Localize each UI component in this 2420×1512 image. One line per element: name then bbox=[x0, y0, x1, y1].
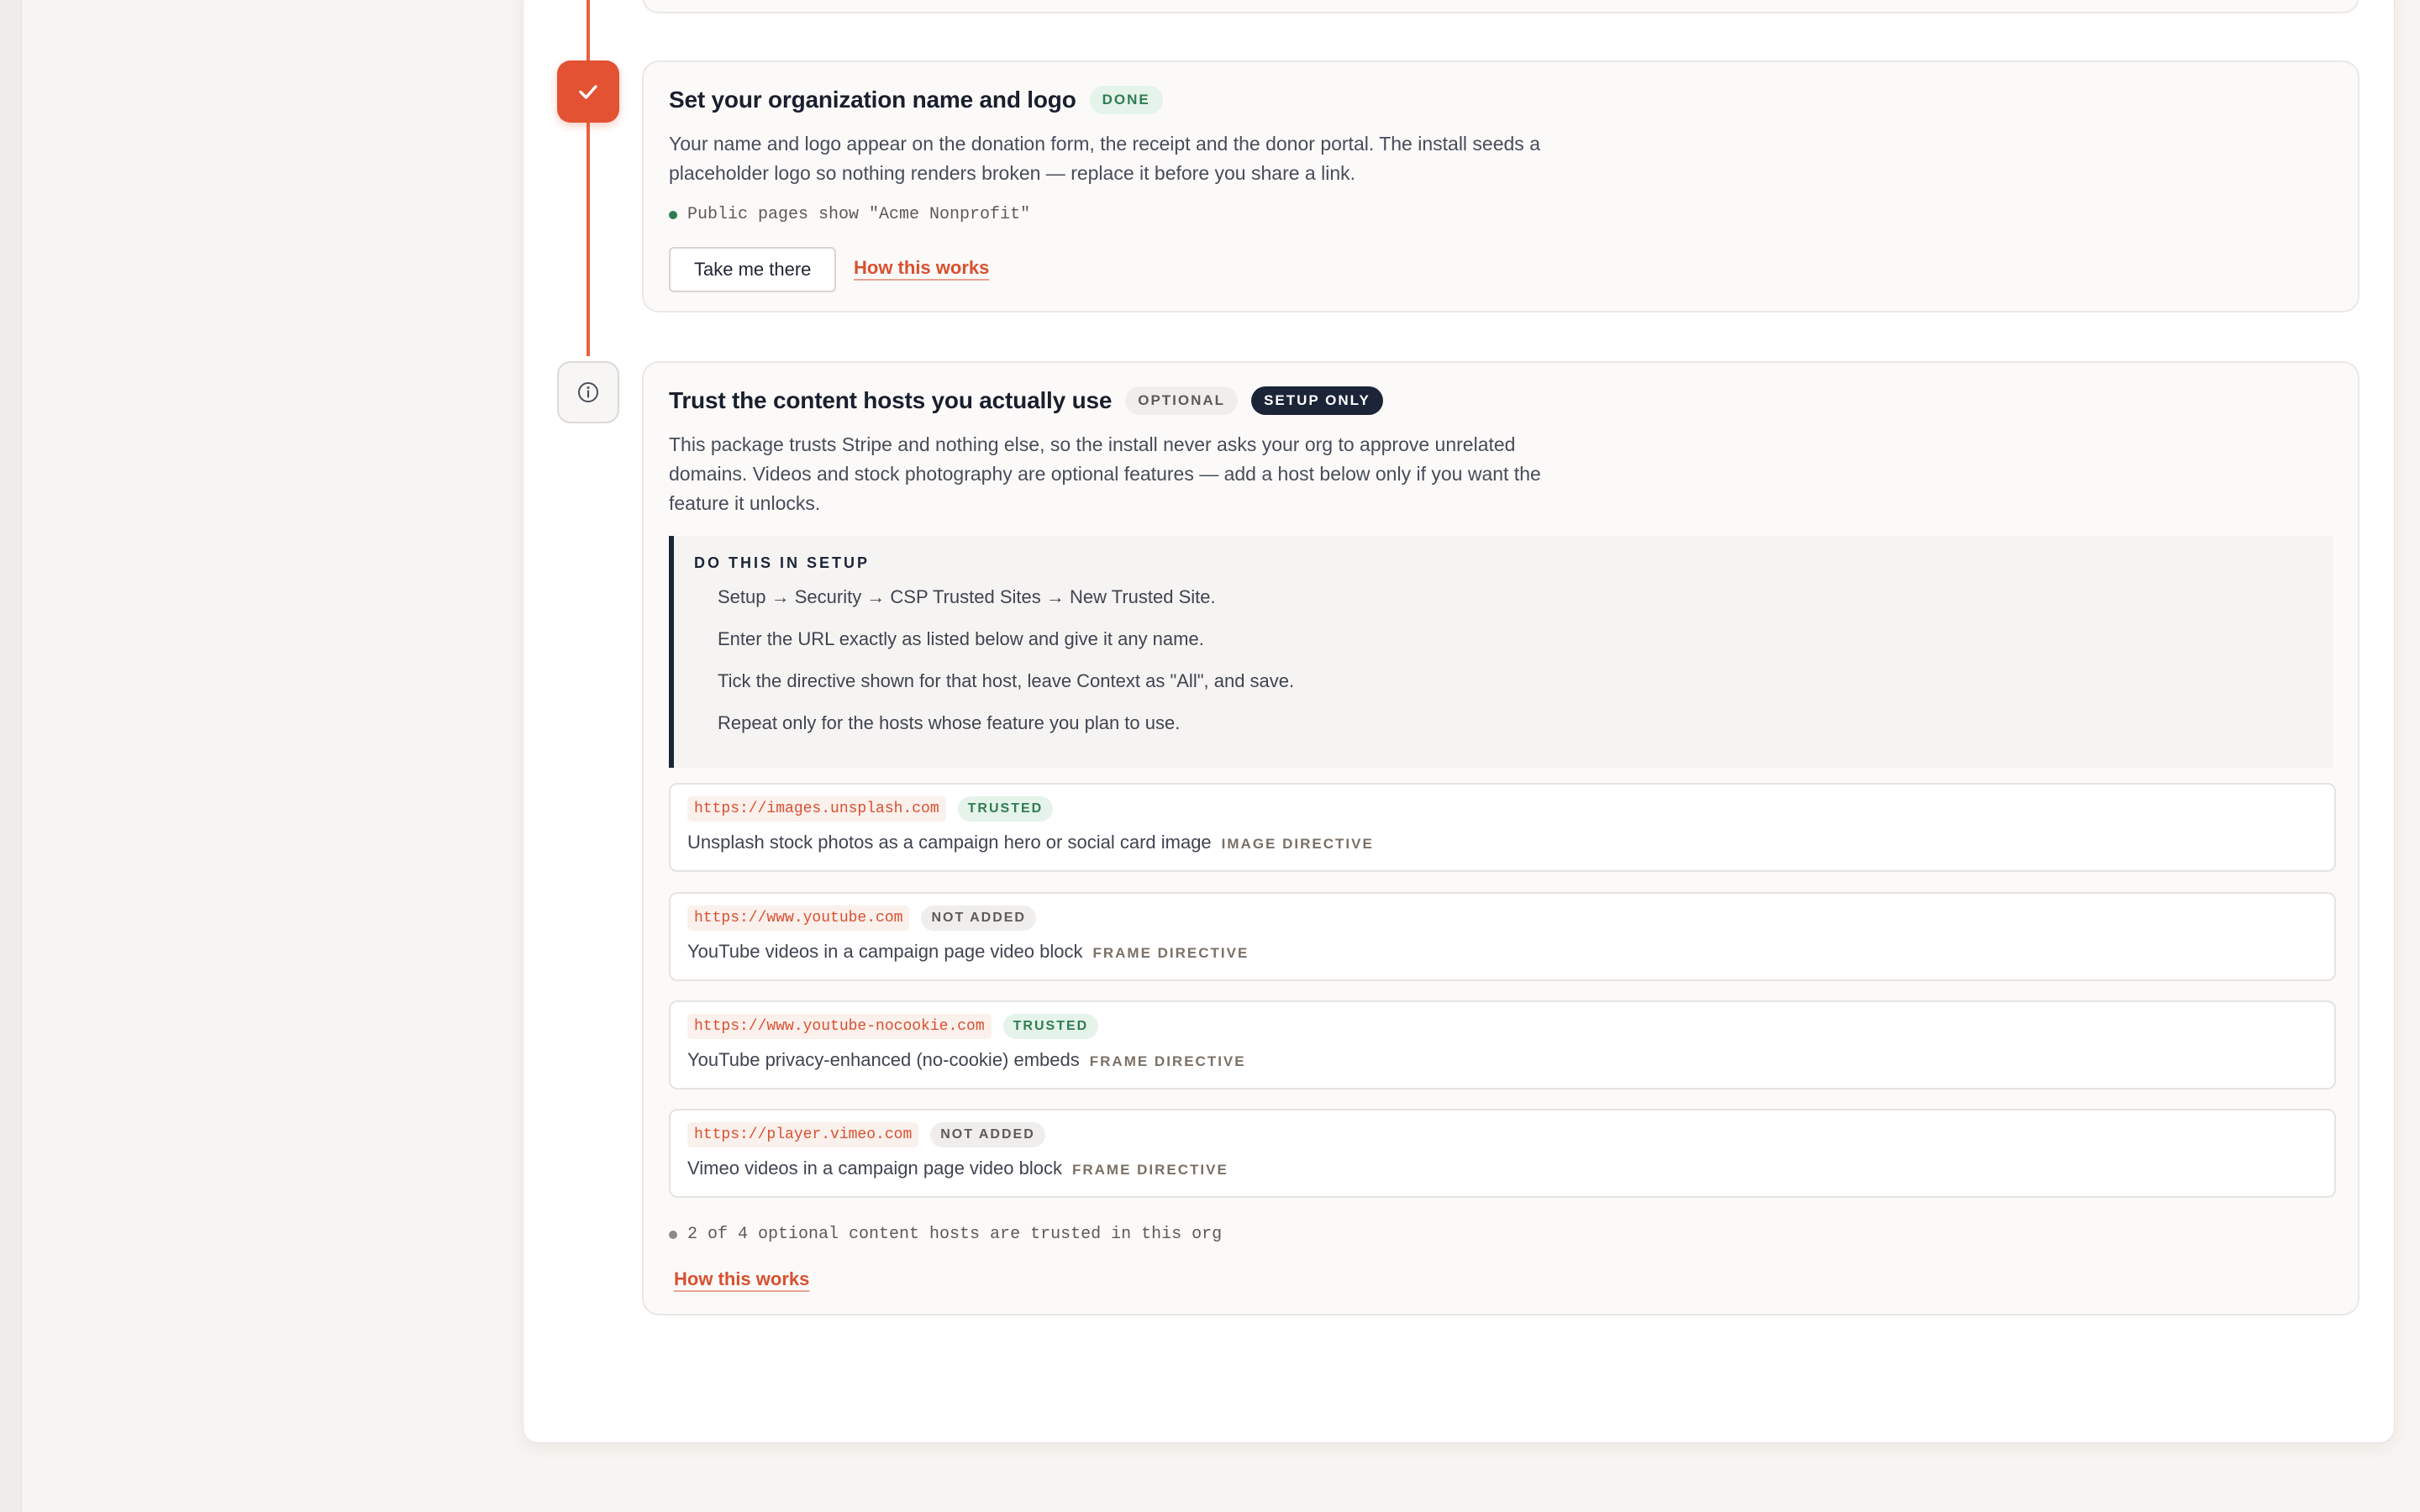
host-header: https://images.unsplash.com TRUSTED bbox=[687, 796, 1054, 822]
info-icon bbox=[578, 382, 598, 402]
directive-label: FRAME DIRECTIVE bbox=[1089, 1053, 1246, 1069]
done-badge: DONE bbox=[1089, 86, 1163, 114]
host-row-youtube-nocookie: https://www.youtube-nocookie.com TRUSTED… bbox=[669, 1000, 2336, 1089]
how-this-works-link[interactable]: How this works bbox=[854, 257, 989, 279]
host-row-vimeo: https://player.vimeo.com NOT ADDED Vimeo… bbox=[669, 1109, 2336, 1198]
step-card-organization-name-logo: Set your organization name and logo DONE… bbox=[642, 60, 2360, 312]
status-text: 2 of 4 optional content hosts are truste… bbox=[687, 1225, 1223, 1244]
host-url: https://images.unsplash.com bbox=[687, 796, 946, 822]
host-url: https://player.vimeo.com bbox=[687, 1122, 919, 1147]
status-dot-icon bbox=[669, 210, 677, 219]
hosts-status: 2 of 4 optional content hosts are truste… bbox=[669, 1225, 1222, 1244]
status-text: Public pages show "Acme Nonprofit" bbox=[687, 205, 1031, 224]
step-description: Your name and logo appear on the donatio… bbox=[669, 133, 1540, 184]
optional-badge: OPTIONAL bbox=[1125, 386, 1239, 415]
step-description: This package trusts Stripe and nothing e… bbox=[669, 433, 1541, 514]
timeline-connector-middle bbox=[587, 123, 590, 356]
directive-label: FRAME DIRECTIVE bbox=[1071, 1162, 1228, 1178]
not-added-badge: NOT ADDED bbox=[921, 906, 1036, 931]
host-description: Vimeo videos in a campaign page video bl… bbox=[687, 1158, 1062, 1179]
callout-step: Setup → Security → CSP Trusted Sites → N… bbox=[718, 586, 1216, 607]
how-this-works-link[interactable]: How this works bbox=[674, 1268, 809, 1290]
host-header: https://www.youtube-nocookie.com TRUSTED bbox=[687, 1014, 1099, 1039]
step-info-marker bbox=[557, 361, 619, 423]
host-url: https://www.youtube.com bbox=[687, 906, 910, 931]
take-me-there-button[interactable]: Take me there bbox=[669, 247, 837, 292]
host-row-youtube: https://www.youtube.com NOT ADDED YouTub… bbox=[669, 892, 2336, 981]
callout-step: Repeat only for the hosts whose feature … bbox=[718, 712, 1181, 733]
directive-label: IMAGE DIRECTIVE bbox=[1221, 836, 1374, 852]
host-row-unsplash: https://images.unsplash.com TRUSTED Unsp… bbox=[669, 783, 2336, 872]
trusted-badge: TRUSTED bbox=[957, 796, 1054, 822]
host-details: Unsplash stock photos as a campaign hero… bbox=[687, 832, 1374, 853]
callout-step: Enter the URL exactly as listed below an… bbox=[718, 628, 1204, 649]
host-details: YouTube videos in a campaign page video … bbox=[687, 941, 1249, 963]
host-description: YouTube videos in a campaign page video … bbox=[687, 941, 1083, 962]
setup-instructions-callout: DO THIS IN SETUP Setup → Security → CSP … bbox=[669, 536, 2333, 768]
not-added-badge: NOT ADDED bbox=[930, 1122, 1045, 1147]
step-done-marker bbox=[557, 60, 619, 123]
setup-only-badge: SETUP ONLY bbox=[1251, 386, 1383, 415]
step-title-row: Set your organization name and logo DONE bbox=[669, 86, 1163, 114]
left-sidebar-edge bbox=[0, 0, 22, 1512]
trusted-badge: TRUSTED bbox=[1002, 1014, 1099, 1039]
step-title: Set your organization name and logo bbox=[669, 87, 1076, 113]
timeline-connector-top bbox=[587, 0, 590, 62]
callout-heading: DO THIS IN SETUP bbox=[694, 554, 871, 571]
host-header: https://www.youtube.com NOT ADDED bbox=[687, 906, 1036, 931]
status-dot-icon bbox=[669, 1230, 677, 1239]
callout-step: Tick the directive shown for that host, … bbox=[718, 670, 1295, 691]
host-details: Vimeo videos in a campaign page video bl… bbox=[687, 1158, 1228, 1179]
host-details: YouTube privacy-enhanced (no-cookie) emb… bbox=[687, 1049, 1246, 1071]
host-description: YouTube privacy-enhanced (no-cookie) emb… bbox=[687, 1049, 1080, 1070]
step-title-row: Trust the content hosts you actually use… bbox=[669, 386, 1383, 415]
previous-step-card bbox=[642, 0, 2360, 13]
check-icon bbox=[579, 85, 597, 99]
step-card-trust-content-hosts: Trust the content hosts you actually use… bbox=[642, 361, 2360, 1315]
step-status: Public pages show "Acme Nonprofit" bbox=[669, 205, 1030, 224]
directive-label: FRAME DIRECTIVE bbox=[1092, 945, 1249, 961]
host-header: https://player.vimeo.com NOT ADDED bbox=[687, 1122, 1045, 1147]
host-description: Unsplash stock photos as a campaign hero… bbox=[687, 832, 1212, 853]
host-url: https://www.youtube-nocookie.com bbox=[687, 1014, 992, 1039]
step-title: Trust the content hosts you actually use bbox=[669, 387, 1113, 413]
